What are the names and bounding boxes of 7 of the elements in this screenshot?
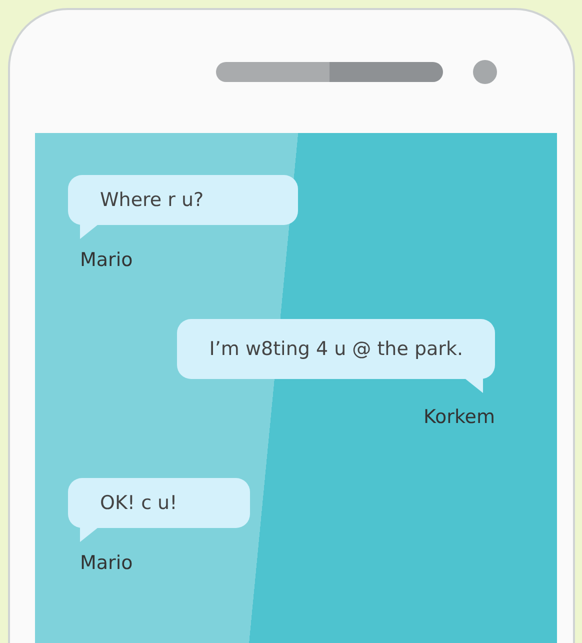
sender-name: Mario [80, 249, 133, 271]
sender-name: Mario [80, 552, 133, 574]
camera-dot [472, 60, 496, 84]
sender-name: Korkem [424, 406, 495, 428]
message-text: I’m w8ting 4 u @ the park. [209, 338, 463, 360]
message-text: OK! c u! [100, 492, 178, 514]
message-text: Where r u? [100, 189, 204, 211]
